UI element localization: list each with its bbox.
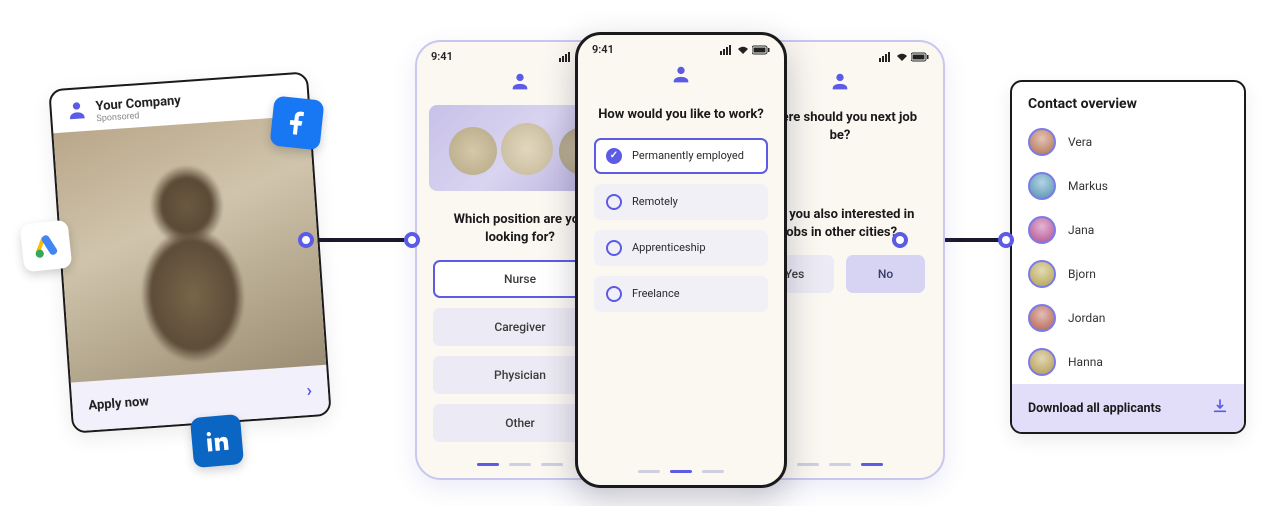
contact-row[interactable]: Bjorn bbox=[1012, 252, 1244, 296]
contacts-panel: Contact overview Vera Markus Jana Bjorn Jord… bbox=[1010, 80, 1246, 434]
option-apprenticeship[interactable]: Apprenticeship bbox=[594, 230, 768, 266]
facebook-icon bbox=[270, 96, 325, 151]
status-icons bbox=[720, 45, 770, 55]
download-label: Download all applicants bbox=[1028, 401, 1161, 416]
flow-node bbox=[404, 232, 420, 248]
radio-icon bbox=[606, 286, 622, 302]
contact-name: Hanna bbox=[1068, 355, 1103, 369]
radio-checked-icon bbox=[606, 148, 622, 164]
option-remotely[interactable]: Remotely bbox=[594, 184, 768, 220]
ad-hero-image bbox=[53, 115, 326, 382]
flow-node bbox=[298, 232, 314, 248]
status-time: 9:41 bbox=[592, 43, 614, 56]
avatar bbox=[1028, 348, 1056, 376]
contact-name: Vera bbox=[1068, 135, 1092, 149]
flow-node bbox=[998, 232, 1014, 248]
funnel-screen-worktype: 9:41 How would you like to work? Permane… bbox=[575, 32, 787, 488]
contact-row[interactable]: Hanna bbox=[1012, 340, 1244, 384]
avatar bbox=[1028, 172, 1056, 200]
contact-name: Jordan bbox=[1068, 311, 1105, 325]
radio-icon bbox=[606, 194, 622, 210]
option-freelance[interactable]: Freelance bbox=[594, 276, 768, 312]
question-text: How would you like to work? bbox=[578, 98, 784, 138]
chevron-right-icon: › bbox=[306, 380, 313, 401]
contacts-title: Contact overview bbox=[1012, 82, 1244, 120]
download-icon bbox=[1212, 398, 1228, 418]
radio-icon bbox=[606, 240, 622, 256]
contact-row[interactable]: Vera bbox=[1012, 120, 1244, 164]
avatar bbox=[1028, 216, 1056, 244]
linkedin-icon bbox=[190, 414, 244, 468]
option-permanent[interactable]: Permanently employed bbox=[594, 138, 768, 174]
avatar bbox=[1028, 304, 1056, 332]
contact-name: Markus bbox=[1068, 179, 1108, 193]
apply-now-label: Apply now bbox=[88, 394, 149, 413]
option-no[interactable]: No bbox=[846, 255, 925, 293]
avatar bbox=[1028, 260, 1056, 288]
contact-row[interactable]: Markus bbox=[1012, 164, 1244, 208]
google-ads-icon bbox=[20, 220, 73, 273]
company-logo-icon bbox=[65, 99, 89, 126]
contact-row[interactable]: Jana bbox=[1012, 208, 1244, 252]
progress-dots bbox=[578, 470, 784, 473]
contact-row[interactable]: Jordan bbox=[1012, 296, 1244, 340]
status-icons bbox=[879, 52, 929, 62]
download-applicants-button[interactable]: Download all applicants bbox=[1012, 384, 1244, 432]
avatar bbox=[1028, 128, 1056, 156]
flow-node bbox=[892, 232, 908, 248]
contact-name: Bjorn bbox=[1068, 267, 1096, 281]
status-time: 9:41 bbox=[431, 50, 453, 63]
contact-name: Jana bbox=[1068, 223, 1094, 237]
app-logo-icon bbox=[578, 60, 784, 98]
